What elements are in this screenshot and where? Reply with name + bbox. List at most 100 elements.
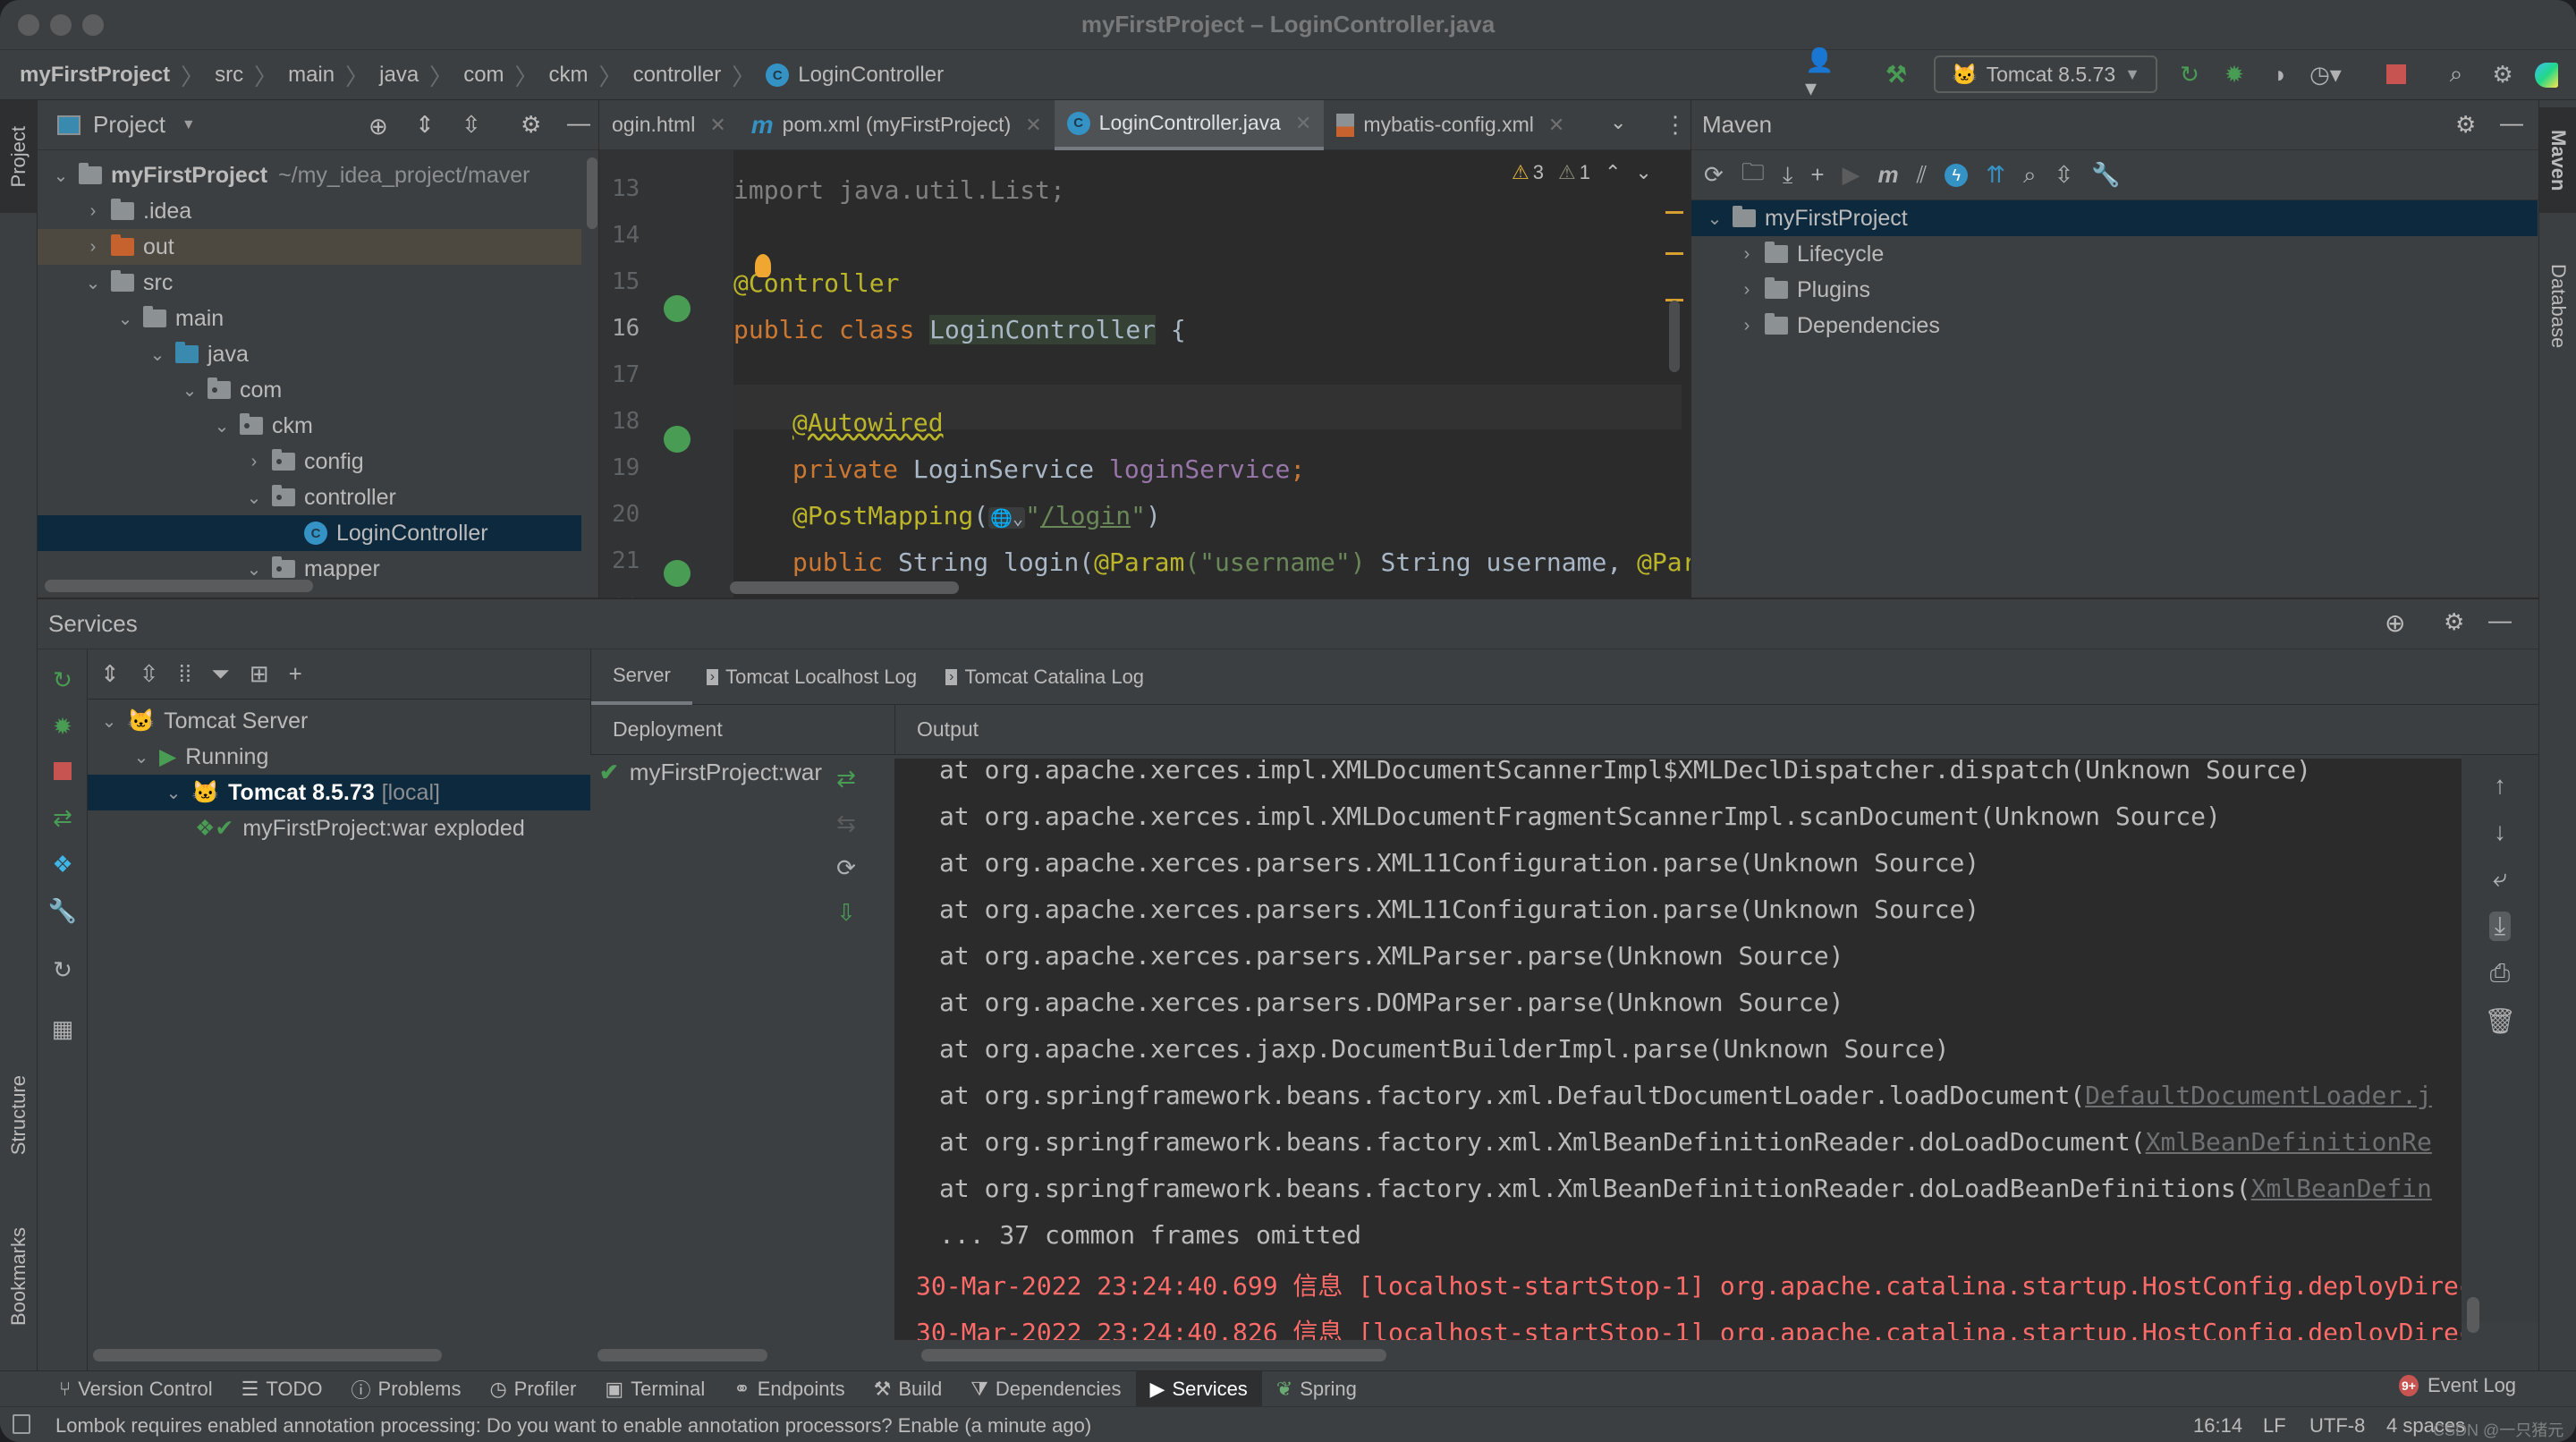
tool-window-build[interactable]: ⚒ Build (860, 1371, 957, 1407)
run-icon[interactable]: ▶ (1843, 161, 1860, 189)
breadcrumb-item[interactable]: java (379, 63, 419, 88)
horizontal-scrollbar[interactable] (93, 1349, 442, 1361)
tab-login-html[interactable]: ogin.html ✕ (599, 100, 739, 150)
stop-icon[interactable] (54, 762, 72, 780)
chevron-down-icon[interactable]: ⌄ (82, 272, 104, 294)
tree-node[interactable]: › config (38, 444, 581, 479)
expand-all-icon[interactable]: ⇕ (415, 111, 435, 139)
minimize-icon[interactable]: — (567, 109, 590, 137)
tool-window-problems[interactable]: ⓘ Problems (337, 1371, 476, 1407)
maven-tree-node[interactable]: ⌄ myFirstProject (1691, 200, 2538, 236)
gear-icon[interactable]: ⚙ (2455, 111, 2476, 139)
services-tree-node[interactable]: ⌄ 🐱 Tomcat Server (88, 703, 590, 739)
tree-node[interactable]: ⌄ mapper (38, 551, 581, 581)
coverage-icon[interactable]: ◗ (2263, 55, 2299, 93)
debug-icon[interactable]: ✹ (45, 708, 80, 744)
tab-pom-xml[interactable]: m pom.xml (myFirstProject) ✕ (739, 100, 1055, 150)
tab-maven[interactable]: Maven (2539, 107, 2576, 213)
breadcrumb-item[interactable]: main (288, 63, 335, 88)
debug-icon[interactable]: ✹ (2216, 55, 2252, 93)
intention-bulb-icon[interactable] (755, 254, 771, 277)
maven-tree-node[interactable]: › Dependencies (1691, 308, 2538, 344)
print-icon[interactable]: ⎙ (2490, 959, 2510, 988)
source-link[interactable]: XmlBeanDefinitionRe (2146, 1127, 2432, 1157)
tab-server[interactable]: Server (591, 649, 692, 705)
gear-icon[interactable]: ⚙ (521, 111, 541, 139)
source-link[interactable]: XmlBeanDefin (2251, 1174, 2432, 1203)
tree-node[interactable]: ⌄ ckm (38, 408, 581, 444)
next-highlight-icon[interactable]: ⌄ (1635, 161, 1651, 184)
expand-all-icon[interactable]: ⇕ (100, 660, 120, 688)
show-dependencies-icon[interactable]: ⇈ (1986, 161, 2005, 189)
previous-highlight-icon[interactable]: ⌃ (1605, 161, 1621, 184)
tool-window-version-control[interactable]: ⑂ Version Control (45, 1371, 227, 1407)
refresh-icon[interactable]: ↻ (45, 952, 80, 988)
caret-position[interactable]: 16:14 (2193, 1414, 2242, 1438)
gear-icon[interactable]: ⚙ (2444, 608, 2464, 636)
search-icon[interactable]: ⌕ (2023, 161, 2037, 190)
vertical-scrollbar[interactable] (1669, 301, 1680, 372)
locate-icon[interactable]: ⊕ (369, 113, 388, 140)
tree-node[interactable]: ⌄ main (38, 301, 581, 336)
generate-sources-icon[interactable]: 🗀 (1741, 156, 1765, 195)
chevron-down-icon[interactable]: ▼ (182, 117, 196, 133)
chevron-down-icon[interactable]: ⌄ (131, 746, 152, 768)
profile-icon[interactable]: ◷▾ (2308, 55, 2343, 93)
tab-tomcat-localhost-log[interactable]: › Tomcat Localhost Log (692, 659, 931, 695)
run-configuration-selector[interactable]: 🐱 Tomcat 8.5.73 ▼ (1934, 55, 2157, 93)
trash-icon[interactable]: 🗑 (2484, 1006, 2516, 1036)
stop-icon[interactable] (2386, 64, 2406, 84)
autowired-gutter-icon[interactable] (664, 426, 691, 453)
arrow-up-icon[interactable]: ↑ (2494, 771, 2506, 800)
error-stripe-mark[interactable] (1665, 211, 1683, 214)
error-stripe-mark[interactable] (1665, 252, 1683, 255)
project-view-selector[interactable]: Project (93, 111, 165, 139)
more-options-icon[interactable]: ⋮ (1664, 111, 1687, 139)
breadcrumb-item[interactable]: controller (633, 63, 722, 88)
collapse-all-icon[interactable]: ⇳ (2055, 161, 2074, 189)
minimize-icon[interactable]: — (2488, 606, 2512, 634)
breadcrumb-item[interactable]: src (215, 63, 243, 88)
deployment-item[interactable]: ✔ myFirstProject:war (599, 759, 822, 786)
download-icon[interactable]: ⤓ (1783, 161, 1793, 190)
chevron-right-icon[interactable]: › (82, 237, 104, 258)
chevron-down-icon[interactable]: ⌄ (163, 782, 184, 804)
maven-tree-node[interactable]: › Plugins (1691, 272, 2538, 308)
tree-node[interactable]: ⌄ java (38, 336, 581, 372)
inspection-widget[interactable]: ⚠ 3 ⚠ 1 ⌃ ⌄ (1512, 161, 1652, 184)
group-by-icon[interactable]: ⁞⁞ (179, 660, 191, 688)
chevron-down-icon[interactable]: ⌄ (211, 415, 233, 437)
search-icon[interactable]: ⌕ (2438, 55, 2474, 93)
chevron-down-icon[interactable]: ⌄ (1704, 208, 1725, 230)
request-mapping-gutter-icon[interactable] (664, 560, 691, 587)
close-icon[interactable]: ✕ (1548, 114, 1564, 137)
breadcrumb-item[interactable]: LoginController (798, 63, 944, 88)
services-tree-node[interactable]: ⌄ ▶ Running (88, 739, 590, 775)
tree-node[interactable]: › out (38, 229, 581, 265)
minimize-icon[interactable]: — (2500, 109, 2523, 137)
tab-structure[interactable]: Structure (0, 1048, 38, 1183)
tab-tomcat-catalina-log[interactable]: › Tomcat Catalina Log (931, 659, 1158, 695)
tree-node[interactable]: › .idea (38, 193, 581, 229)
horizontal-scrollbar[interactable] (730, 581, 959, 594)
soft-wrap-icon[interactable]: ⤶ (2493, 864, 2507, 894)
vertical-scrollbar[interactable] (587, 157, 597, 229)
tab-login-controller[interactable]: C LoginController.java ✕ (1054, 99, 1325, 150)
chevron-down-icon[interactable]: ⌄ (243, 558, 265, 581)
chevron-down-icon[interactable]: ⌄ (114, 308, 136, 330)
chevron-right-icon[interactable]: › (1736, 316, 1758, 336)
locate-icon[interactable]: ⊕ (2385, 608, 2405, 638)
tool-window-terminal[interactable]: ▣ Terminal (590, 1371, 719, 1407)
services-tree-node[interactable]: ⌄ 🐱 Tomcat 8.5.73 [local] (88, 775, 590, 810)
chevron-right-icon[interactable]: › (1736, 244, 1758, 265)
horizontal-scrollbar[interactable] (597, 1349, 767, 1361)
tab-database[interactable]: Database (2539, 234, 2576, 377)
tool-window-profiler[interactable]: ◷ Profiler (475, 1371, 590, 1407)
tab-project[interactable]: Project (0, 100, 38, 213)
undeploy-icon[interactable]: ⇆ (828, 805, 864, 841)
tree-node[interactable]: ⌄ myFirstProject ~/my_idea_project/maver (38, 157, 581, 193)
settings-icon[interactable]: ⚙ (2485, 55, 2521, 93)
chevron-down-icon[interactable]: ⌄ (98, 710, 120, 733)
breadcrumb-item[interactable]: myFirstProject (20, 63, 170, 88)
file-encoding[interactable]: UTF-8 (2309, 1414, 2365, 1438)
